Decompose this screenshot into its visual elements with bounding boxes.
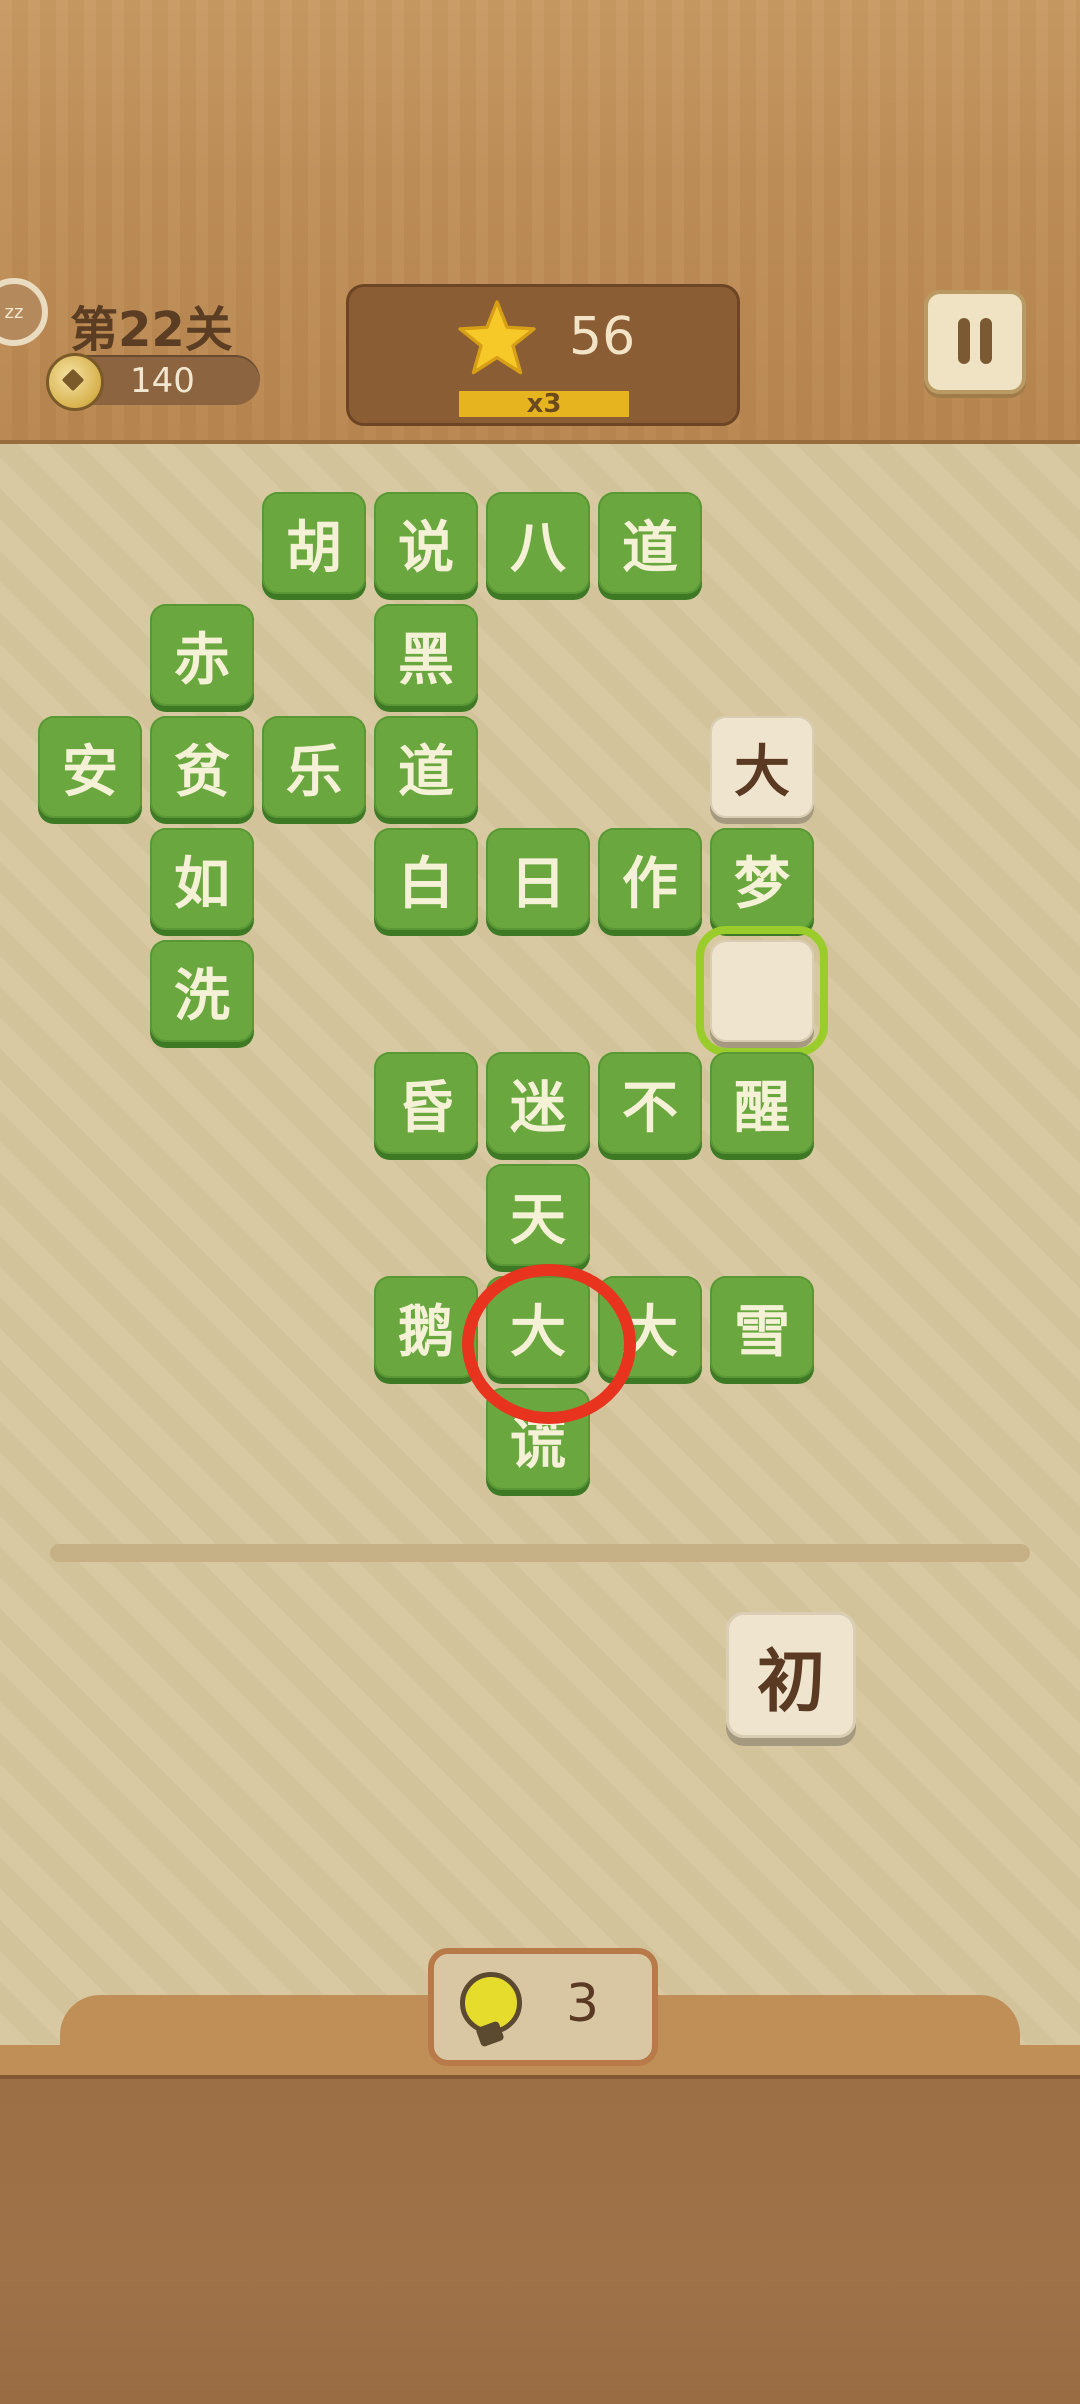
grid-tile[interactable]: 作: [598, 828, 702, 930]
pause-icon: [958, 318, 970, 364]
grid-tile[interactable]: 天: [486, 1164, 590, 1266]
pause-button[interactable]: [924, 290, 1026, 394]
grid-tile[interactable]: 不: [598, 1052, 702, 1154]
board-divider: [50, 1544, 1030, 1562]
bottom-wood-panel: [0, 2075, 1080, 2404]
grid-tile[interactable]: 日: [486, 828, 590, 930]
grid-tile[interactable]: 道: [374, 716, 478, 818]
grid-tile[interactable]: 梦: [710, 828, 814, 930]
grid-tile[interactable]: 如: [150, 828, 254, 930]
grid-tile[interactable]: 道: [598, 492, 702, 594]
coin-value: 140: [130, 361, 195, 401]
grid-tile[interactable]: 乐: [262, 716, 366, 818]
grid-tile[interactable]: 胡: [262, 492, 366, 594]
level-title: 第22关: [70, 302, 233, 358]
pause-icon-bar: [980, 318, 992, 364]
grid-tile[interactable]: 贫: [150, 716, 254, 818]
coin-counter: 140: [46, 353, 260, 411]
score-panel: 56 x3: [346, 284, 740, 426]
empty-selected-slot[interactable]: [696, 926, 828, 1056]
multiplier-bar: x3: [459, 391, 629, 417]
grid-tile[interactable]: 赤: [150, 604, 254, 706]
grid-tile[interactable]: 雪: [710, 1276, 814, 1378]
grid-tile[interactable]: 安: [38, 716, 142, 818]
grid-tile[interactable]: 洗: [150, 940, 254, 1042]
placed-tile[interactable]: 大: [710, 716, 814, 818]
grid-tile[interactable]: 八: [486, 492, 590, 594]
grid-tile[interactable]: 昏: [374, 1052, 478, 1154]
hint-button[interactable]: 3: [428, 1948, 658, 2066]
grid-tile[interactable]: 鹅: [374, 1276, 478, 1378]
hint-count: 3: [566, 1974, 600, 2034]
score-value: 56: [569, 307, 636, 367]
sleep-icon: zz: [4, 301, 24, 323]
coin-icon: [46, 353, 104, 411]
star-icon: [458, 300, 536, 375]
grid-tile[interactable]: 醒: [710, 1052, 814, 1154]
grid-tile[interactable]: 白: [374, 828, 478, 930]
grid-tile[interactable]: 说: [374, 492, 478, 594]
highlight-circle: [462, 1264, 636, 1424]
grid-tile[interactable]: 黑: [374, 604, 478, 706]
grid-tile[interactable]: 迷: [486, 1052, 590, 1154]
choice-tile[interactable]: 初: [726, 1612, 856, 1738]
